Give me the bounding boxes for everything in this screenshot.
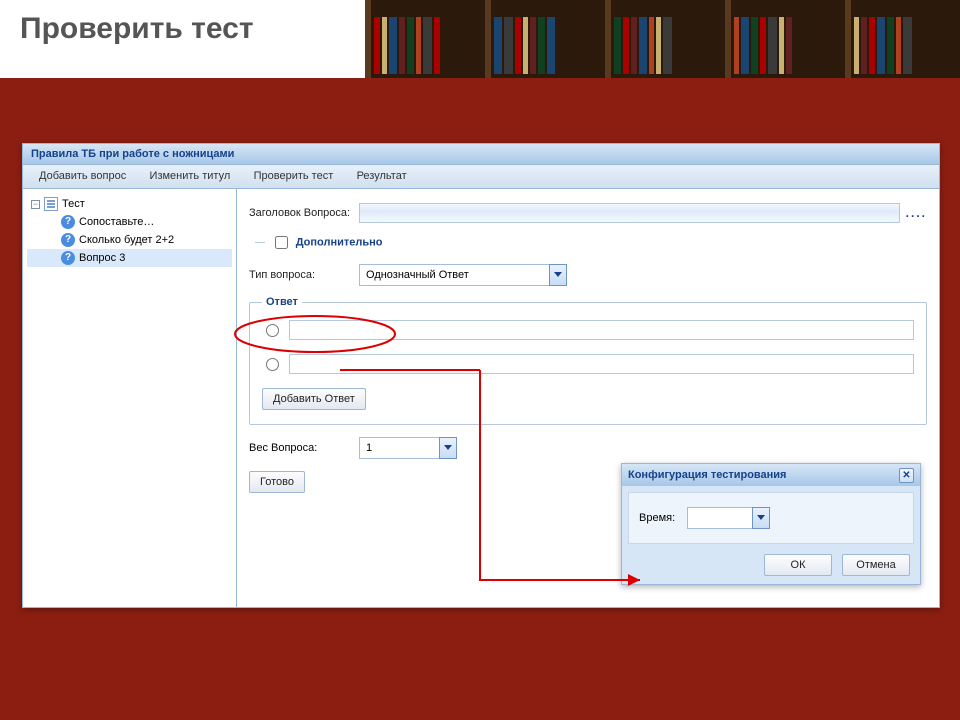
question-tree: − Тест ? Сопоставьте… ? Сколько будет 2+… [23,189,237,607]
question-type-select[interactable] [359,264,567,286]
question-type-label: Тип вопроса: [249,269,359,281]
menu-check-test[interactable]: Проверить тест [244,165,344,186]
tree-root[interactable]: − Тест [27,195,232,213]
tree-item-label: Вопрос 3 [79,252,125,264]
page-title: Проверить тест [20,12,254,46]
done-button[interactable]: Готово [249,471,305,493]
question-icon: ? [61,215,75,229]
menu-change-title[interactable]: Изменить титул [140,165,241,186]
answer-input[interactable] [289,354,914,374]
tree-item-label: Сопоставьте… [79,216,154,228]
time-spinner[interactable] [687,507,770,529]
time-label: Время: [639,512,675,524]
additional-label: Дополнительно [296,237,383,249]
answer-row [262,354,914,374]
ok-button[interactable]: ОК [764,554,832,576]
additional-checkbox[interactable] [275,236,288,249]
chevron-down-icon[interactable] [752,507,770,529]
question-icon: ? [61,233,75,247]
tree-item[interactable]: ? Сопоставьте… [27,213,232,231]
answer-legend: Ответ [262,296,302,308]
tree-item-label: Сколько будет 2+2 [79,234,174,246]
chevron-down-icon[interactable] [439,437,457,459]
page-icon [44,197,58,211]
time-input[interactable] [687,507,752,529]
dialog-title: Конфигурация тестирования [628,469,786,481]
collapse-icon[interactable]: − [31,200,40,209]
answer-radio[interactable] [266,358,279,371]
question-title-more-button[interactable]: .... [906,206,927,220]
question-form: Заголовок Вопроса: .... Дополнительно Ти… [237,189,939,607]
close-icon[interactable]: ✕ [899,468,914,483]
additional-toggle[interactable]: Дополнительно [249,233,927,252]
library-banner [365,0,960,78]
test-config-dialog: Конфигурация тестирования ✕ Время: [621,463,921,585]
question-title-label: Заголовок Вопроса: [249,207,359,219]
chevron-down-icon[interactable] [549,264,567,286]
add-answer-button[interactable]: Добавить Ответ [262,388,366,410]
tree-root-label: Тест [62,198,85,210]
question-icon: ? [61,251,75,265]
weight-label: Вес Вопроса: [249,442,359,454]
menu-add-question[interactable]: Добавить вопрос [29,165,136,186]
answer-input[interactable] [289,320,914,340]
tree-item[interactable]: ? Вопрос 3 [27,249,232,267]
cancel-button[interactable]: Отмена [842,554,910,576]
answer-row [262,320,914,340]
menubar: Добавить вопрос Изменить титул Проверить… [22,165,940,189]
menu-result[interactable]: Результат [347,165,417,186]
window-title: Правила ТБ при работе с ножницами [22,143,940,165]
tree-item[interactable]: ? Сколько будет 2+2 [27,231,232,249]
question-type-value[interactable] [359,264,549,286]
question-title-input[interactable] [359,203,900,223]
weight-input[interactable] [359,437,439,459]
app-window: Правила ТБ при работе с ножницами Добави… [22,143,940,608]
answer-radio[interactable] [266,324,279,337]
weight-spinner[interactable] [359,437,457,459]
answer-fieldset: Ответ Добавить Ответ [249,296,927,425]
